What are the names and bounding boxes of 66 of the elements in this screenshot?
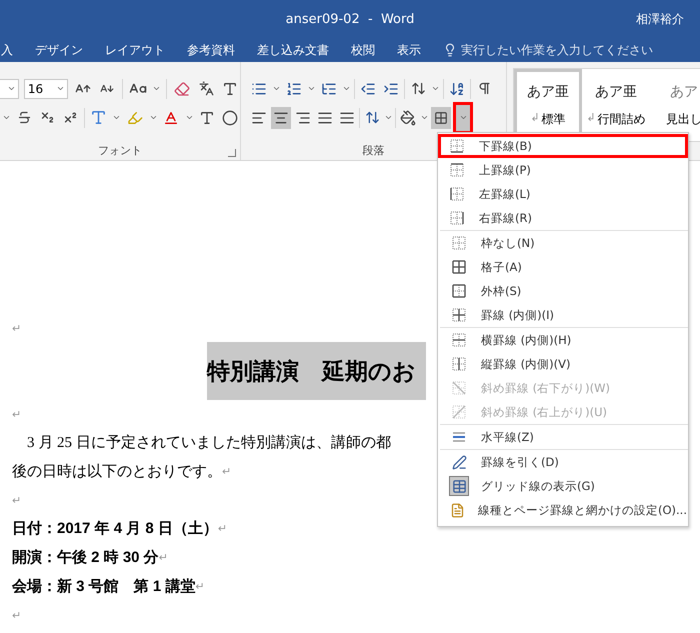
style-name: ↲ 行間詰め	[586, 110, 646, 128]
paragraph-mark: ↵	[12, 408, 22, 420]
ribbon-tab[interactable]: 校閲	[351, 42, 375, 58]
menu-item[interactable]: 横罫線 (内側)(H)	[440, 328, 688, 352]
paragraph-mark: ↵	[218, 522, 228, 535]
caret-icon[interactable]	[2, 113, 11, 122]
menu-item[interactable]: 下罫線(B)	[438, 134, 688, 158]
caret-icon[interactable]	[272, 84, 281, 93]
ribbon-tab[interactable]: 表示	[397, 42, 421, 58]
menu-item[interactable]: グリッド線の表示(G)	[440, 474, 688, 498]
caret-icon[interactable]	[307, 84, 316, 93]
paragraph-mark: ↵	[195, 580, 205, 593]
caret-icon[interactable]	[184, 113, 194, 122]
body-text: 後の日時は以下のとおりです。	[12, 462, 222, 481]
menu-item[interactable]: 罫線 (内側)(I)	[440, 303, 688, 327]
ribbon-tab[interactable]: 入	[1, 42, 13, 58]
style-sample: あア亜	[595, 82, 637, 100]
menu-item[interactable]: 格子(A)	[440, 255, 688, 279]
caret-icon	[6, 84, 16, 93]
window-title: anser09-02 - Word	[286, 12, 414, 26]
menu-item[interactable]: 線種とページ罫線と網かけの設定(O)...	[440, 498, 688, 522]
paragraph-mark: ↵	[12, 322, 22, 334]
dialog-launcher-icon[interactable]	[228, 149, 236, 157]
menu-item[interactable]: 左罫線(L)	[438, 182, 688, 206]
ribbon-tab[interactable]: デザイン	[35, 42, 83, 58]
paragraph-mark: ↵	[222, 465, 232, 478]
menu-item[interactable]: 水平線(Z)	[440, 425, 688, 449]
menu-item[interactable]: 上罫線(P)	[438, 158, 688, 182]
caret-icon[interactable]	[148, 113, 158, 122]
borders-dropdown[interactable]	[453, 102, 473, 134]
menu-item[interactable]: 罫線を引く(D)	[440, 450, 688, 474]
align-icon[interactable]	[271, 106, 291, 128]
document-title: 特別講演 延期のお	[207, 342, 426, 400]
style-sample: あア	[670, 82, 698, 100]
ribbon-tab[interactable]: レイアウト	[105, 42, 165, 58]
menu-item[interactable]: 外枠(S)	[440, 279, 688, 303]
caret-icon[interactable]	[384, 113, 393, 122]
ribbon-tab[interactable]: 差し込み文書	[257, 42, 329, 58]
lightbulb-icon	[443, 43, 457, 57]
paragraph-mark: ↵	[12, 494, 22, 506]
detail-text: 会場：新 3 号館 第 1 講堂	[12, 577, 196, 596]
menu-item[interactable]: 枠なし(N)	[440, 231, 688, 255]
body-text: 3 月 25 日に予定されていました特別講演は、講師の都	[26, 433, 391, 452]
caret-icon	[56, 84, 66, 93]
caret-icon[interactable]	[152, 84, 162, 93]
borders-icon[interactable]	[431, 106, 451, 128]
menu-item[interactable]: 縦罫線 (内側)(V)	[440, 352, 688, 376]
ribbon-tab[interactable]: 参考資料	[187, 42, 235, 58]
caret-icon[interactable]	[420, 113, 429, 122]
caret-icon[interactable]	[342, 84, 351, 93]
paragraph-mark: ↵	[158, 551, 168, 564]
group-label: フォント	[98, 143, 142, 158]
caret-icon[interactable]	[431, 84, 440, 93]
style-name: 見出し	[666, 110, 700, 128]
tell-me-field[interactable]: 実行したい作業を入力してください	[461, 42, 653, 58]
style-name: ↲ 標準	[530, 110, 566, 128]
detail-text: 開演：午後 2 時 30 分	[12, 548, 159, 567]
style-sample: あア亜	[527, 82, 569, 100]
group-label: 段落	[362, 143, 384, 158]
user-name: 相澤裕介	[636, 11, 684, 28]
menu-item[interactable]: 右罫線(R)	[438, 206, 688, 230]
font-size-field[interactable]: 16	[24, 78, 68, 98]
caret-icon[interactable]	[112, 113, 122, 122]
caret-icon	[458, 113, 468, 122]
paragraph-mark: ↵	[12, 608, 22, 622]
detail-text: 日付：2017 年 4 月 8 日（土）	[12, 519, 218, 538]
